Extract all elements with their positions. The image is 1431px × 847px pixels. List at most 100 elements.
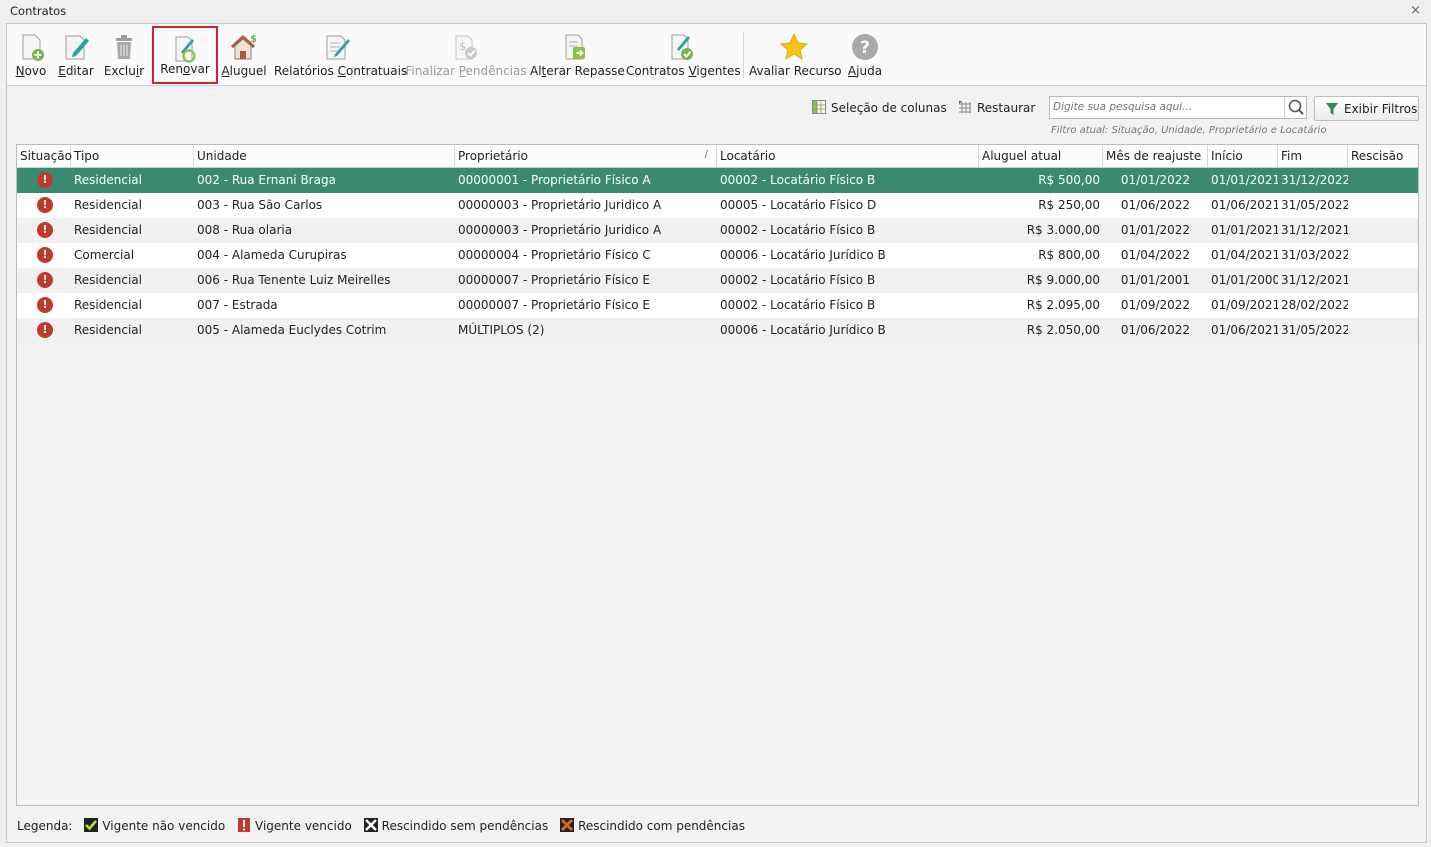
cell-aluguel: R$ 9.000,00 (1026, 273, 1100, 287)
excluir-button[interactable]: Excluir (101, 26, 147, 84)
legend: Legenda: Vigente não vencido Vigente ven… (17, 818, 753, 833)
cell-proprietario: 00000004 - Proprietário Físico C (458, 248, 651, 262)
cell-locatario: 00006 - Locatário Jurídico B (720, 248, 886, 262)
ajuda-button[interactable]: ? Ajuda (845, 26, 885, 84)
cell-locatario: 00006 - Locatário Jurídico B (720, 323, 886, 337)
table-row[interactable]: ! Residencial 008 - Rua olaria 00000003 - P… (17, 218, 1418, 243)
cell-proprietario: MÚLTIPLOS (2) (458, 323, 545, 337)
grid-header: Situação Tipo Unidade Proprietário / Loc… (17, 145, 1418, 168)
column-header-tipo[interactable]: Tipo (71, 145, 194, 167)
edit-pencil-icon (65, 35, 89, 60)
column-header-unidade[interactable]: Unidade (194, 145, 455, 167)
cell-proprietario: 00000003 - Proprietário Juridico A (458, 198, 662, 212)
cell-aluguel: R$ 250,00 (1038, 198, 1100, 212)
search-field[interactable] (1049, 96, 1307, 119)
svg-text:?: ? (860, 38, 870, 58)
alterar-repasse-button[interactable]: Alterar Repasse (530, 26, 625, 84)
cell-reajuste: 01/01/2022 (1120, 223, 1191, 237)
cell-inicio: 01/04/2021 (1211, 248, 1278, 262)
search-input[interactable] (1050, 97, 1282, 117)
show-filters-button[interactable]: Exibir Filtros (1314, 96, 1419, 121)
column-header-rescisao[interactable]: Rescisão (1348, 145, 1418, 167)
window-titlebar: Contratos × (0, 0, 1431, 22)
house-money-icon: $ (230, 34, 257, 60)
svg-text:$: $ (250, 34, 257, 45)
contratos-vigentes-button[interactable]: Contratos Vigentes (626, 26, 741, 84)
cell-tipo: Residencial (74, 173, 142, 187)
cell-rescisao (1348, 218, 1418, 243)
cell-fim: 31/05/2022 (1281, 323, 1348, 337)
table-row[interactable]: ! Comercial 004 - Alameda Curupiras 0000000… (17, 243, 1418, 268)
column-header-mes-reajuste[interactable]: Mês de reajuste (1103, 145, 1208, 167)
x-orange-icon (560, 818, 575, 832)
cell-rescisao (1348, 193, 1418, 218)
column-header-situacao[interactable]: Situação (17, 145, 72, 167)
exclamation-red-icon (238, 818, 251, 832)
report-icon (326, 35, 350, 60)
cell-reajuste: 01/01/2001 (1120, 273, 1191, 287)
relatorios-contratuais-button[interactable]: Relatórios Contratuais (274, 26, 407, 84)
current-filter-note: Filtro atual: Situação, Unidade, Proprie… (1051, 125, 1327, 136)
trash-icon (116, 35, 132, 59)
status-expired-icon: ! (37, 272, 53, 288)
aluguel-button[interactable]: $ Aluguel (221, 26, 267, 84)
column-header-aluguel-atual[interactable]: Aluguel atual (979, 145, 1103, 167)
cell-fim: 31/12/2021 (1281, 273, 1348, 287)
cell-locatario: 00002 - Locatário Físico B (720, 223, 876, 237)
cell-proprietario: 00000001 - Proprietário Físico A (458, 173, 651, 187)
legend-item-rescindido-com-pendencias: Rescindido com pendências (560, 818, 745, 833)
cell-aluguel: R$ 500,00 (1038, 173, 1100, 187)
active-contracts-icon (671, 34, 693, 60)
cell-fim: 31/12/2021 (1281, 223, 1348, 237)
novo-button[interactable]: Novo (11, 26, 51, 84)
finalizar-pendencias-button[interactable]: $ Finalizar Pendências (405, 26, 527, 84)
cell-unidade: 006 - Rua Tenente Luiz Meirelles (197, 273, 391, 287)
status-expired-icon: ! (37, 197, 53, 213)
renovar-button[interactable]: Renovar (152, 26, 218, 84)
column-header-inicio[interactable]: Início (1208, 145, 1278, 167)
cell-rescisao (1348, 168, 1418, 193)
column-header-locatario[interactable]: Locatário (717, 145, 979, 167)
close-icon[interactable]: × (1410, 3, 1421, 18)
transfer-icon (565, 34, 585, 60)
cell-tipo: Residencial (74, 298, 142, 312)
restore-button[interactable]: Restaurar (958, 100, 1035, 115)
cell-unidade: 007 - Estrada (197, 298, 278, 312)
legend-item-vigente-vencido: Vigente vencido (237, 818, 352, 833)
table-row[interactable]: ! Residencial 006 - Rua Tenente Luiz Meire… (17, 268, 1418, 293)
search-bar: Seleção de colunas Restaurar Filtro atua… (7, 94, 1426, 138)
column-header-fim[interactable]: Fim (1278, 145, 1348, 167)
status-expired-icon: ! (37, 322, 53, 338)
table-row[interactable]: ! Residencial 005 - Alameda Euclydes Cotri… (17, 318, 1418, 343)
cell-tipo: Residencial (74, 273, 142, 287)
window-title: Contratos (10, 4, 67, 18)
cell-tipo: Residencial (74, 198, 142, 212)
column-selection-button[interactable]: Seleção de colunas (812, 100, 947, 115)
cell-fim: 31/05/2022 (1281, 198, 1348, 212)
table-row[interactable]: ! Residencial 002 - Rua Ernani Braga 000000… (17, 168, 1418, 193)
editar-button[interactable]: Editar (55, 26, 97, 84)
cell-locatario: 00002 - Locatário Físico B (720, 173, 876, 187)
svg-text:$: $ (459, 40, 466, 53)
column-header-proprietario[interactable]: Proprietário / (455, 145, 717, 167)
table-row[interactable]: ! Residencial 003 - Rua São Carlos 00000003… (17, 193, 1418, 218)
cell-unidade: 002 - Rua Ernani Braga (197, 173, 336, 187)
cell-unidade: 008 - Rua olaria (197, 223, 293, 237)
toolbar-separator (743, 32, 744, 78)
search-icon (1288, 99, 1304, 115)
new-document-icon (22, 34, 44, 61)
table-row[interactable]: ! Residencial 007 - Estrada 00000007 - Prop… (17, 293, 1418, 318)
status-expired-icon: ! (37, 297, 53, 313)
cell-unidade: 005 - Alameda Euclydes Cotrim (197, 323, 387, 337)
sort-indicator-icon: / (704, 149, 708, 160)
cell-proprietario: 00000007 - Proprietário Físico E (458, 298, 650, 312)
cell-aluguel: R$ 3.000,00 (1026, 223, 1100, 237)
avaliar-recurso-button[interactable]: Avaliar Recurso (749, 26, 842, 84)
status-expired-icon: ! (37, 247, 53, 263)
x-black-icon (363, 818, 378, 832)
cell-inicio: 01/01/2000 (1211, 273, 1278, 287)
legend-item-rescindido-sem-pendencias: Rescindido sem pendências (363, 818, 548, 833)
search-button[interactable] (1284, 97, 1306, 118)
cell-fim: 28/02/2022 (1281, 298, 1348, 312)
cell-unidade: 003 - Rua São Carlos (197, 198, 323, 212)
